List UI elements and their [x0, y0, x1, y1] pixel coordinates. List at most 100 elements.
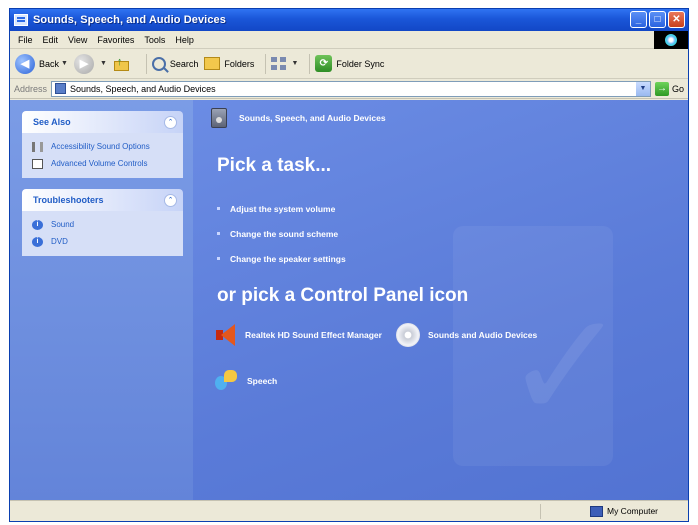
window-title: Sounds, Speech, and Audio Devices [33, 14, 226, 26]
throbber-icon [665, 34, 677, 46]
task-label: Change the sound scheme [230, 228, 339, 239]
realtek-sound-manager-item[interactable]: Realtek HD Sound Effect Manager [213, 322, 382, 348]
troubleshooter-link-sound[interactable]: i Sound [32, 216, 177, 233]
status-separator [540, 504, 541, 519]
icon-label: Speech [247, 376, 278, 386]
folder-up-icon: ↑ [113, 56, 131, 72]
checkmark-watermark-icon: ✓ [503, 280, 629, 454]
see-also-link-accessibility[interactable]: Accessibility Sound Options [32, 138, 177, 155]
close-button[interactable]: ✕ [668, 11, 685, 28]
maximize-button[interactable]: □ [649, 11, 666, 28]
control-panel-icons: Realtek HD Sound Effect Manager Sounds a… [213, 322, 551, 348]
menu-file[interactable]: File [13, 35, 38, 45]
search-button[interactable]: Search [151, 56, 198, 71]
see-also-header[interactable]: See Also ⌃ [22, 111, 183, 133]
main-pane: ✓ Sounds, Speech, and Audio Devices Pick… [193, 100, 688, 501]
info-icon: i [32, 219, 43, 230]
menu-bar: File Edit View Favorites Tools Help [10, 31, 688, 49]
control-panel-icon [55, 83, 67, 94]
chevron-down-icon[interactable]: ▼ [100, 60, 107, 67]
status-location-label: My Computer [606, 506, 658, 516]
speaker-device-icon [211, 108, 227, 128]
window-icon [14, 14, 28, 26]
title-bar[interactable]: Sounds, Speech, and Audio Devices _ □ ✕ [10, 9, 688, 31]
pick-task-heading: Pick a task... [217, 155, 332, 176]
address-input[interactable]: Sounds, Speech, and Audio Devices ▼ [51, 80, 651, 97]
link-label: DVD [51, 237, 68, 246]
troubleshooter-link-dvd[interactable]: i DVD [32, 233, 177, 250]
see-also-link-volume[interactable]: Advanced Volume Controls [32, 155, 177, 172]
address-value: Sounds, Speech, and Audio Devices [70, 83, 216, 94]
chevron-down-icon[interactable]: ▼ [291, 60, 298, 67]
troubleshooters-panel: Troubleshooters ⌃ i Sound i DVD [22, 189, 183, 256]
category-header: Sounds, Speech, and Audio Devices [211, 108, 386, 128]
task-label: Adjust the system volume [230, 203, 336, 214]
speech-icon [213, 368, 239, 394]
toolbar-separator [145, 53, 147, 74]
menu-edit[interactable]: Edit [38, 35, 64, 45]
back-label: Back [39, 58, 60, 69]
explorer-window: Sounds, Speech, and Audio Devices _ □ ✕ … [9, 8, 689, 522]
computer-icon [589, 505, 603, 517]
menu-help[interactable]: Help [170, 35, 199, 45]
troubleshooters-header[interactable]: Troubleshooters ⌃ [22, 189, 183, 211]
control-panel-icons-row-2: Speech [213, 368, 291, 394]
link-label: Sound [51, 220, 75, 229]
collapse-icon[interactable]: ⌃ [164, 115, 177, 129]
minimize-button[interactable]: _ [630, 11, 647, 28]
speech-item[interactable]: Speech [213, 368, 277, 394]
address-dropdown-icon[interactable]: ▼ [635, 81, 650, 96]
toolbar-separator [265, 53, 267, 74]
chevron-down-icon[interactable]: ▼ [61, 60, 68, 67]
back-button[interactable]: ◀ Back ▼ [15, 53, 68, 74]
views-button[interactable]: ▼ [271, 56, 298, 71]
folders-label: Folders [224, 58, 255, 69]
go-button[interactable]: → Go [654, 81, 684, 96]
status-bar: My Computer [10, 500, 688, 521]
forward-arrow-icon: ▶ [73, 53, 94, 74]
folder-sync-button[interactable]: ⟳ Folder Sync [315, 55, 384, 72]
see-also-panel: See Also ⌃ Accessibility Sound Options A… [22, 111, 183, 178]
content-area: See Also ⌃ Accessibility Sound Options A… [10, 100, 688, 501]
folder-sync-label: Folder Sync [336, 58, 385, 69]
speaker-icon [213, 322, 237, 348]
pick-icon-heading: or pick a Control Panel icon [217, 285, 469, 306]
task-label: Change the speaker settings [230, 253, 346, 264]
folders-icon [204, 57, 221, 70]
see-also-body: Accessibility Sound Options Advanced Vol… [22, 133, 183, 178]
go-label: Go [671, 83, 684, 94]
menu-favorites[interactable]: Favorites [92, 35, 139, 45]
troubleshooters-title: Troubleshooters [33, 195, 104, 205]
task-pane: See Also ⌃ Accessibility Sound Options A… [10, 100, 193, 501]
toolbar-separator [309, 53, 311, 74]
sync-icon: ⟳ [315, 55, 333, 72]
folders-button[interactable]: Folders [204, 57, 254, 70]
search-icon [151, 56, 166, 71]
sounds-audio-devices-item[interactable]: Sounds and Audio Devices [395, 323, 537, 347]
up-button[interactable]: ↑ [113, 56, 135, 72]
menu-view[interactable]: View [63, 35, 92, 45]
menu-tools[interactable]: Tools [139, 35, 170, 45]
icon-label: Realtek HD Sound Effect Manager [245, 330, 382, 340]
task-list: Adjust the system volume Change the soun… [217, 196, 346, 271]
link-label: Accessibility Sound Options [51, 142, 150, 151]
link-label: Advanced Volume Controls [51, 159, 148, 168]
bullet-icon [217, 257, 220, 260]
speaker-icon [32, 141, 43, 152]
troubleshooters-body: i Sound i DVD [22, 211, 183, 256]
status-location: My Computer [589, 505, 658, 517]
task-change-speaker-settings[interactable]: Change the speaker settings [217, 246, 346, 271]
cd-icon [395, 323, 420, 347]
task-change-sound-scheme[interactable]: Change the sound scheme [217, 221, 346, 246]
document-icon [32, 158, 43, 169]
forward-button[interactable]: ▶ ▼ [73, 53, 107, 74]
go-arrow-icon: → [654, 81, 669, 96]
task-adjust-volume[interactable]: Adjust the system volume [217, 196, 346, 221]
collapse-icon[interactable]: ⌃ [164, 193, 177, 207]
bullet-icon [217, 232, 220, 235]
category-title: Sounds, Speech, and Audio Devices [239, 113, 386, 123]
views-icon [271, 56, 288, 71]
toolbar: ◀ Back ▼ ▶ ▼ ↑ Search Folders ▼ ⟳ Folder… [10, 49, 688, 79]
window-controls: _ □ ✕ [630, 11, 685, 28]
bullet-icon [217, 207, 220, 210]
